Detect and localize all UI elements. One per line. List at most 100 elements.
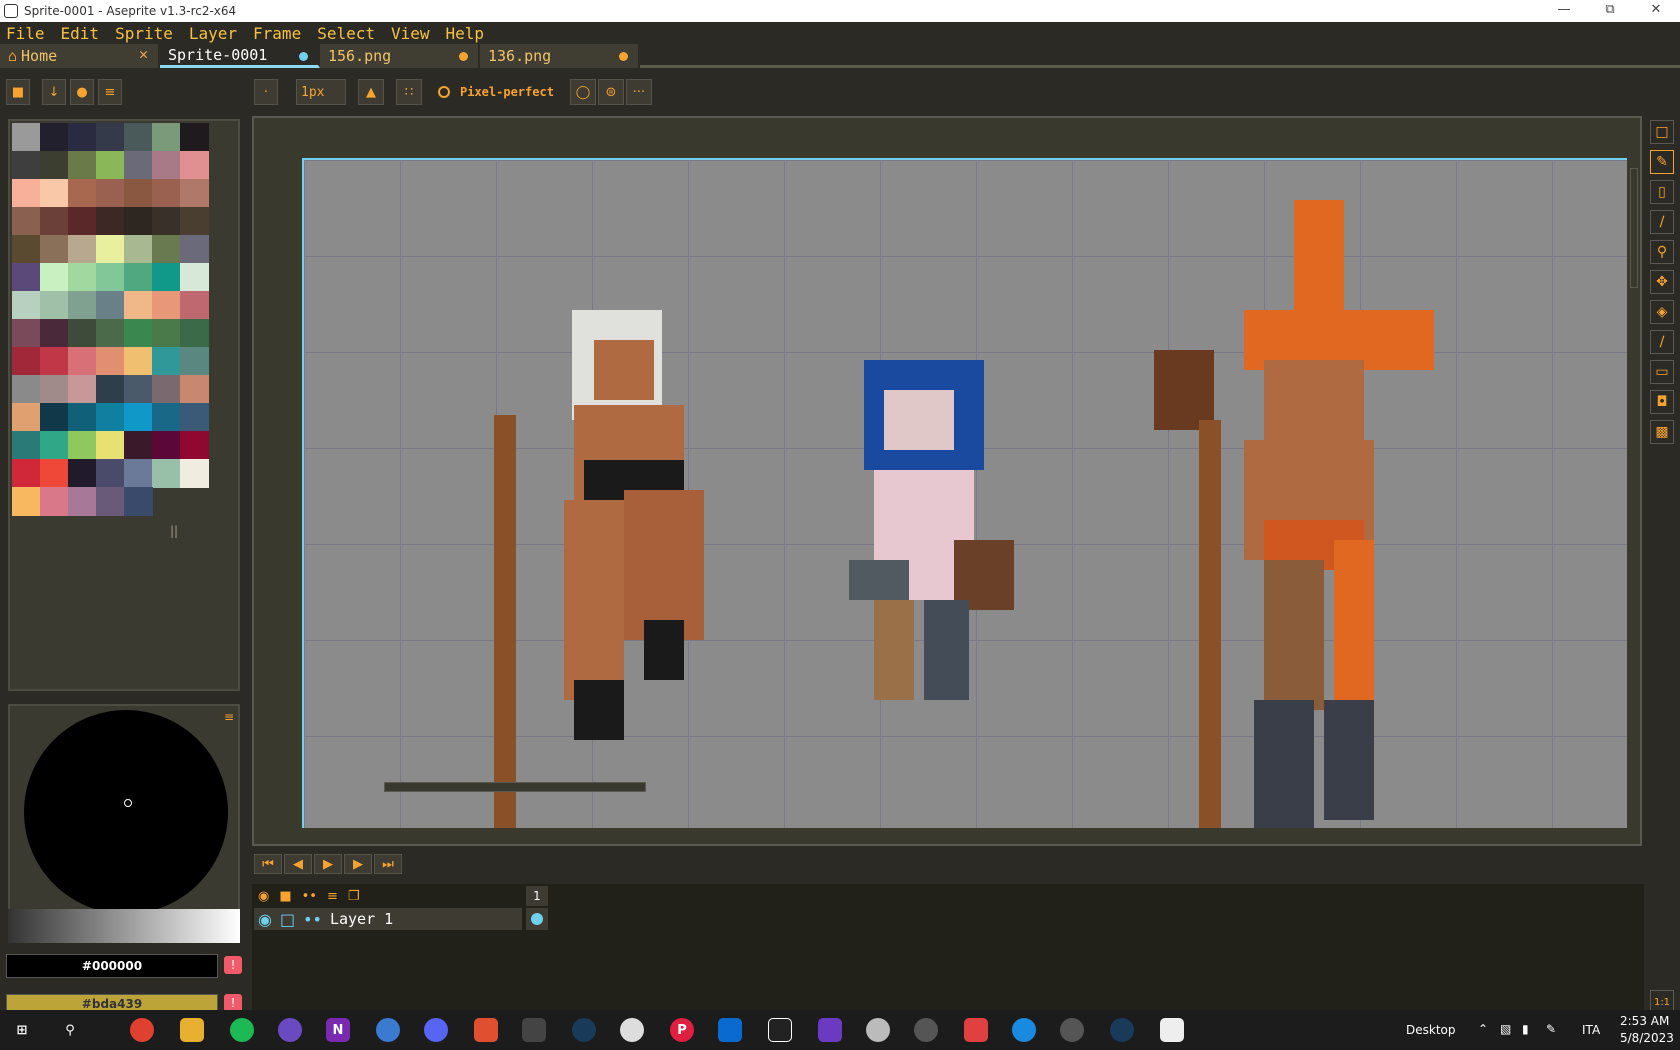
color-wheel[interactable] [24,710,228,914]
discord-icon[interactable] [424,1018,448,1042]
pinterest-icon[interactable]: P [670,1018,694,1042]
eyedropper-tool-icon[interactable]: ∕ [1650,210,1674,234]
palette-swatch[interactable] [180,459,209,488]
desktop-label[interactable]: Desktop [1406,1023,1456,1037]
palette-swatch[interactable] [180,375,209,404]
editor-viewport[interactable] [252,116,1642,846]
brush-type-button[interactable]: · [254,79,278,105]
ink-icon[interactable]: ▲ [358,79,384,105]
tab-home[interactable]: ⌂ Home ✕ [0,44,160,68]
lock-icon[interactable]: ■ [6,79,30,105]
palette-swatch[interactable] [12,431,41,460]
palette-swatch[interactable] [12,347,41,376]
palette-swatch[interactable] [180,291,209,320]
palette-swatch[interactable] [124,179,153,208]
menu-edit[interactable]: Edit [61,24,100,43]
palette-swatch[interactable] [124,263,153,292]
palette-swatch[interactable] [40,375,69,404]
steam-icon[interactable] [572,1018,596,1042]
more-options-button[interactable]: ··· [626,79,652,105]
menu-select[interactable]: Select [317,24,375,43]
palette-swatch[interactable] [12,179,41,208]
palette-swatch[interactable] [96,235,125,264]
palette-swatch[interactable] [12,235,41,264]
palette-swatch[interactable] [12,263,41,292]
palette-swatch[interactable] [68,431,97,460]
palette-resize-handle-icon[interactable]: || [170,524,178,538]
close-tab-icon[interactable]: ✕ [139,45,148,63]
palette-swatch[interactable] [180,207,209,236]
qbittorrent-icon[interactable] [376,1018,400,1042]
palette-swatch[interactable] [124,487,153,516]
vertical-scrollbar[interactable] [1630,168,1638,288]
continuous-icon[interactable]: •• [303,910,322,929]
minimize-button[interactable]: — [1544,0,1584,22]
pixel-perfect-checkbox[interactable] [438,86,450,98]
color-picker-cursor-icon[interactable] [124,799,132,807]
aseprite-running-icon[interactable] [1160,1018,1184,1042]
menu-layer[interactable]: Layer [189,24,237,43]
app-diamond-icon[interactable] [768,1018,792,1042]
palette-swatch[interactable] [152,207,181,236]
palette-swatch[interactable] [124,347,153,376]
palette-swatch[interactable] [68,235,97,264]
palette-swatch[interactable] [40,431,69,460]
palette-swatch[interactable] [12,403,41,432]
onion-skin-icon[interactable]: ❐ [348,889,360,904]
palette-swatch[interactable] [152,459,181,488]
tab-156-png[interactable]: 156.png [320,44,480,68]
palette-swatch[interactable] [180,151,209,180]
palette-swatch[interactable] [124,151,153,180]
lock-header-icon[interactable]: ■ [279,889,291,904]
palette-swatch[interactable] [124,123,153,152]
palette-swatch[interactable] [96,207,125,236]
palette-swatch[interactable] [40,263,69,292]
palette-swatch[interactable] [180,235,209,264]
palette-swatch[interactable] [68,151,97,180]
pen-icon[interactable]: ✎ [1546,1022,1556,1036]
palette-swatch[interactable] [96,179,125,208]
palette-swatch[interactable] [12,151,41,180]
palette-swatch[interactable] [96,319,125,348]
zoom-tool-icon[interactable]: ⚲ [1650,240,1674,264]
play-icon[interactable]: ▶ [314,854,342,874]
menu-help[interactable]: Help [446,24,485,43]
palette-swatch[interactable] [96,403,125,432]
palette-swatch[interactable] [12,487,41,516]
palette-swatch[interactable] [96,263,125,292]
palette-swatch[interactable] [40,403,69,432]
clock-date[interactable]: 5/8/2023 [1620,1031,1674,1045]
palette-swatch[interactable] [124,431,153,460]
horizontal-scrollbar[interactable] [384,782,646,792]
palette-swatch[interactable] [124,207,153,236]
symmetry-options-icon[interactable]: ⊜ [598,79,624,105]
palette-swatch[interactable] [96,487,125,516]
palette-swatch[interactable] [124,459,153,488]
palette-swatch[interactable] [12,319,41,348]
app-clock-icon[interactable] [914,1018,938,1042]
file-explorer-icon[interactable] [180,1018,204,1042]
app-swirl-icon[interactable] [866,1018,890,1042]
palette-swatch[interactable] [180,431,209,460]
aseprite-alt-icon[interactable] [522,1018,546,1042]
tab-136-png[interactable]: 136.png [480,44,640,68]
palette-swatch[interactable] [180,403,209,432]
symmetry-icon[interactable]: ◯ [570,79,596,105]
palette-swatch[interactable] [152,179,181,208]
palette-swatch[interactable] [68,459,97,488]
network-icon[interactable]: ▧ [1500,1022,1511,1036]
palette-swatch[interactable] [68,487,97,516]
palette-swatch[interactable] [180,347,209,376]
language-indicator[interactable]: ITA [1582,1023,1600,1037]
palette-swatch[interactable] [40,179,69,208]
last-frame-icon[interactable]: ⏭ [374,854,402,874]
first-frame-icon[interactable]: ⏮ [254,854,282,874]
layer-row[interactable]: ◉ □ •• Layer 1 [254,908,522,930]
tab-sprite-0001[interactable]: Sprite-0001 [160,44,320,68]
aseprite-taskbar-icon[interactable] [474,1018,498,1042]
blur-tool-icon[interactable]: ▩ [1650,420,1674,444]
palette-swatch[interactable] [180,123,209,152]
palette-swatch[interactable] [12,291,41,320]
layer-options-icon[interactable]: ≡ [327,889,338,904]
palette-swatch[interactable] [152,235,181,264]
